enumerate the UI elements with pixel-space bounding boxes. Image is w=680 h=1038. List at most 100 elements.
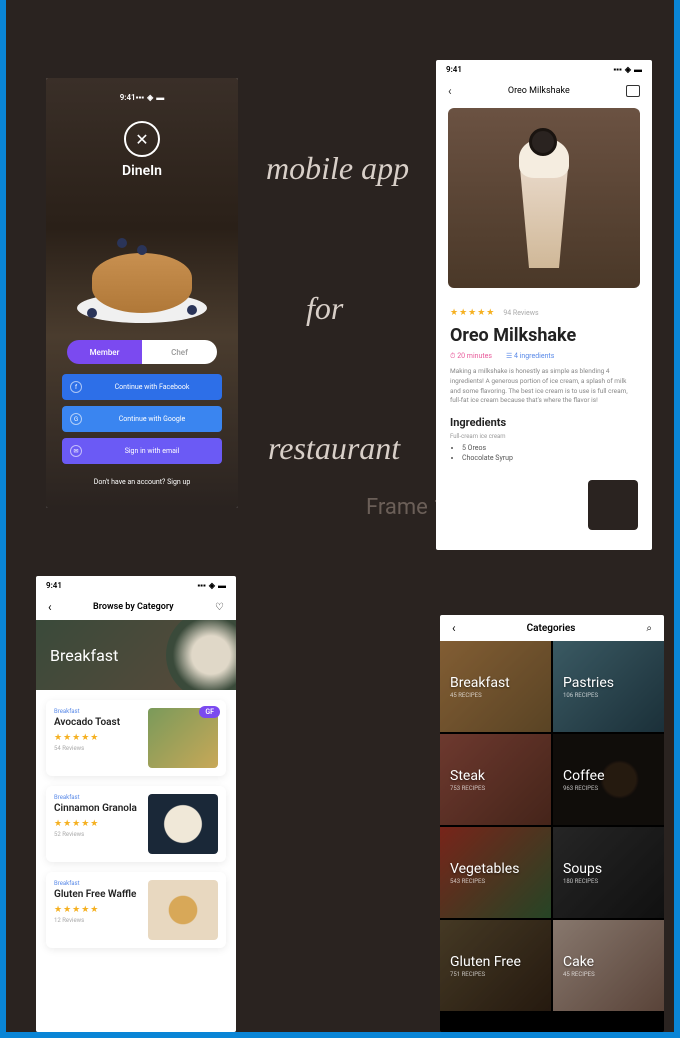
card-reviews: 12 Reviews [54,917,140,924]
category-tile-soups[interactable]: Soups 180 RECIPES [553,827,664,918]
wifi-icon: ◈ [209,581,215,590]
categories-screen: ‹ Categories ⌕ Breakfast 45 RECIPES Past… [440,615,664,1032]
cook-time: ⏱ 20 minutes [450,352,492,361]
recipe-card[interactable]: Breakfast Gluten Free Waffle ★★★★★ 12 Re… [46,872,226,948]
category-tile-cake[interactable]: Cake 45 RECIPES [553,920,664,1011]
card-reviews: 54 Reviews [54,745,140,752]
category-name: Soups [563,861,664,877]
category-name: Coffee [563,768,664,784]
recipe-card[interactable]: Breakfast Cinnamon Granola ★★★★★ 52 Revi… [46,786,226,862]
continue-facebook-button[interactable]: f Continue with Facebook [62,374,222,400]
back-button[interactable]: ‹ [448,84,452,98]
card-reviews: 52 Reviews [54,831,140,838]
star-icons: ★★★★★ [54,905,140,915]
signal-icon: ▪▪▪ [197,581,206,590]
decorative-text-2: for [306,290,343,327]
review-count: 94 Reviews [503,309,538,317]
google-icon: G [70,413,82,425]
category-tile-steak[interactable]: Steak 753 RECIPES [440,734,551,825]
status-bar: 9:41 ▪▪▪◈▬ [110,88,175,106]
recipe-card[interactable]: Breakfast Avocado Toast ★★★★★ 54 Reviews… [46,700,226,776]
ingredient-count: ☰ 4 ingredients [506,352,554,361]
category-count: 543 RECIPES [450,878,551,885]
battery-icon: ▬ [156,93,164,102]
signal-icon: ▪▪▪ [613,65,622,74]
ingredients-list: 5 Oreos Chocolate Syrup [450,444,638,462]
category-tile-breakfast[interactable]: Breakfast 45 RECIPES [440,641,551,732]
wifi-icon: ◈ [625,65,631,74]
category-count: 45 RECIPES [450,692,551,699]
card-category: Breakfast [54,880,140,887]
category-name: Pastries [563,675,664,691]
app-logo-icon: ✕ [124,121,160,157]
gluten-free-badge: GF [199,706,220,718]
star-icons: ★★★★★ [450,308,495,318]
card-title: Avocado Toast [54,717,140,729]
facebook-button-label: Continue with Facebook [90,383,214,391]
decorative-text-3: restaurant [268,430,400,467]
notifications-icon[interactable]: ♡ [215,602,224,613]
star-icons: ★★★★★ [54,733,140,743]
rating-row: ★★★★★ 94 Reviews [450,300,638,319]
category-count: 45 RECIPES [563,971,664,978]
wifi-icon: ◈ [147,93,153,102]
status-time: 9:41 [46,581,62,590]
status-time: 9:41 [446,65,462,74]
segment-chef[interactable]: Chef [142,340,217,364]
recipe-hero-image[interactable] [448,108,640,288]
category-tile-gluten-free[interactable]: Gluten Free 751 RECIPES [440,920,551,1011]
role-segmented-control[interactable]: Member Chef [67,340,217,364]
category-name: Steak [450,768,551,784]
recipe-title: Oreo Milkshake [450,325,638,346]
ingredient-item: Chocolate Syrup [462,454,638,462]
category-count: 753 RECIPES [450,785,551,792]
recipe-detail-screen: 9:41 ▪▪▪◈▬ ‹ Oreo Milkshake ★★★★★ 94 Rev… [436,60,652,550]
category-tile-pastries[interactable]: Pastries 106 RECIPES [553,641,664,732]
category-tile-coffee[interactable]: Coffee 963 RECIPES [553,734,664,825]
card-category: Breakfast [54,794,140,801]
category-count: 963 RECIPES [563,785,664,792]
header-title: Browse by Category [93,602,174,612]
card-image [148,880,218,940]
category-hero-title: Breakfast [50,646,118,665]
google-button-label: Continue with Google [90,415,214,423]
card-category: Breakfast [54,708,140,715]
category-name: Breakfast [450,675,551,691]
ingredient-item: 5 Oreos [462,444,638,452]
login-screen: 9:41 ▪▪▪◈▬ ✕ DineIn Member Chef f Contin… [46,78,238,508]
star-icons: ★★★★★ [54,819,140,829]
category-name: Gluten Free [450,954,551,970]
signup-link[interactable]: Don't have an account? Sign up [94,478,191,486]
category-name: Vegetables [450,861,551,877]
category-hero: Breakfast [36,620,236,690]
continue-google-button[interactable]: G Continue with Google [62,406,222,432]
card-title: Gluten Free Waffle [54,889,140,901]
cart-icon[interactable] [626,85,640,97]
signal-icon: ▪▪▪ [136,93,145,102]
back-button[interactable]: ‹ [48,600,52,614]
category-count: 180 RECIPES [563,878,664,885]
browse-category-screen: 9:41 ▪▪▪◈▬ ‹ Browse by Category ♡ Breakf… [36,576,236,1032]
recipe-description: Making a milkshake is honestly as simple… [450,367,638,406]
app-brand: DineIn [122,163,162,179]
segment-member[interactable]: Member [67,340,142,364]
category-count: 106 RECIPES [563,692,664,699]
battery-icon: ▬ [634,65,642,74]
decorative-text-1: mobile app [266,150,409,187]
battery-icon: ▬ [218,581,226,590]
header-title: Categories [456,623,647,634]
category-tile-vegetables[interactable]: Vegetables 543 RECIPES [440,827,551,918]
search-icon[interactable]: ⌕ [646,623,652,634]
ingredient-thumbnail [588,480,638,530]
header-title: Oreo Milkshake [508,86,570,96]
email-icon: ✉ [70,445,82,457]
category-name: Cake [563,954,664,970]
status-bar: 9:41 ▪▪▪◈▬ [436,60,652,78]
card-image [148,794,218,854]
category-count: 751 RECIPES [450,971,551,978]
facebook-icon: f [70,381,82,393]
card-title: Cinnamon Granola [54,803,140,815]
signin-email-button[interactable]: ✉ Sign in with email [62,438,222,464]
ingredients-heading: Ingredients [450,416,638,429]
status-time: 9:41 [120,93,136,102]
